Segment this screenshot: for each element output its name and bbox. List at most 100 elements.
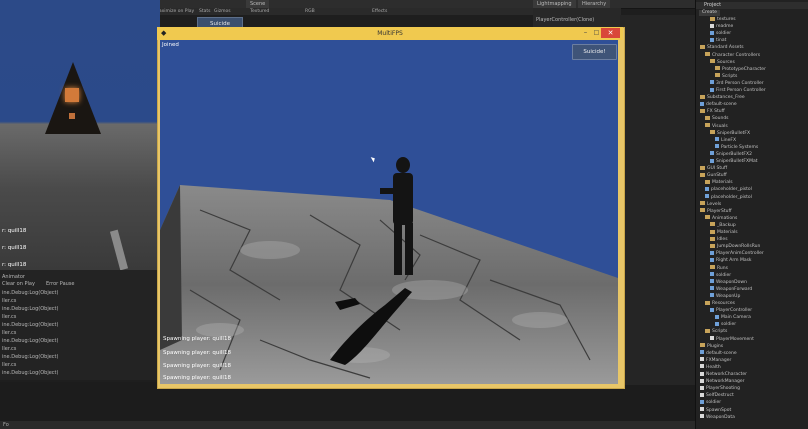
project-item[interactable]: FXManager — [700, 357, 731, 364]
project-item[interactable]: WeaponUp — [710, 293, 740, 300]
project-item[interactable]: soldier — [710, 30, 731, 37]
terrain-scene — [160, 157, 618, 384]
project-item[interactable]: Main Camera — [715, 314, 751, 321]
tab-scene[interactable]: Scene — [246, 0, 270, 8]
project-item-label: Scripts — [712, 329, 728, 335]
project-item-label: PlayerShooting — [706, 386, 740, 392]
project-item[interactable]: PlayerStuff — [700, 208, 732, 215]
project-item[interactable]: SniperBulletFXMat — [710, 158, 757, 165]
project-item[interactable]: Runs — [710, 265, 728, 272]
project-item[interactable]: Standard Assets — [700, 44, 744, 51]
rgb-dropdown[interactable]: RGB — [305, 8, 315, 15]
gizmos-dropdown[interactable]: Gizmos — [214, 8, 231, 15]
project-item[interactable]: Resources — [705, 300, 735, 307]
project-item[interactable]: NetworkManager — [700, 378, 745, 385]
project-item[interactable]: Animations — [705, 215, 737, 222]
project-item[interactable]: default-scene — [700, 350, 737, 357]
project-item[interactable]: Substances_Free — [700, 94, 745, 101]
maximize-on-play-toggle[interactable]: Maximize on Play — [155, 8, 194, 15]
project-item-label: 3rd Person Controller — [716, 80, 764, 86]
project-item[interactable]: placeholder_pistol — [705, 186, 752, 193]
project-item[interactable]: 3rd Person Controller — [710, 80, 764, 87]
project-item[interactable]: SniperBulletFX2 — [710, 151, 752, 158]
project-item[interactable]: SniperBulletFX — [710, 130, 750, 137]
project-item[interactable]: WeaponDown — [710, 279, 747, 286]
console-line[interactable]: ller.cs — [2, 330, 16, 336]
project-item[interactable]: readme — [710, 23, 733, 30]
console-line[interactable]: ller.cs — [2, 362, 16, 368]
project-item-label: FX Stuff — [707, 109, 725, 115]
stats-toggle[interactable]: Stats — [199, 8, 211, 15]
project-item[interactable]: PlayerShooting — [700, 385, 740, 392]
project-item[interactable]: PlayerController — [710, 307, 752, 314]
project-item[interactable]: Scripts — [705, 328, 727, 335]
project-item[interactable]: Sounds — [705, 115, 729, 122]
console-line[interactable]: ine.Debug:Log(Object) — [2, 338, 58, 344]
tab-hierarchy[interactable]: Hierarchy — [578, 0, 611, 8]
project-item[interactable]: PlayerAnimController — [710, 250, 764, 257]
project-item-label: WeaponUp — [716, 293, 741, 299]
console-line[interactable]: ller.cs — [2, 298, 16, 304]
console-line[interactable]: ine.Debug:Log(Object) — [2, 306, 58, 312]
project-item[interactable]: soldier — [700, 399, 721, 406]
console-tab-animator[interactable]: Animator — [2, 274, 25, 280]
game-log-line: Spawning player: quill18 — [163, 375, 231, 381]
suicide-button[interactable]: Suicide! — [572, 44, 617, 60]
project-item[interactable]: Plugins — [700, 343, 723, 350]
project-item[interactable]: textures — [710, 16, 736, 23]
app-icon[interactable]: ◆ — [161, 30, 168, 37]
project-item[interactable]: soldier — [715, 321, 736, 328]
error-pause-toggle[interactable]: Error Pause — [46, 281, 74, 287]
project-item[interactable]: Health — [700, 364, 721, 371]
project-item[interactable]: soldier — [710, 272, 731, 279]
hierarchy-item[interactable]: PlayerController(Clone) — [536, 17, 594, 23]
project-item[interactable]: PlayerMovement — [710, 336, 754, 343]
project-item-label: LineFX — [721, 137, 737, 143]
project-item[interactable]: Levels — [700, 201, 721, 208]
effects-dropdown[interactable]: Effects — [372, 8, 387, 15]
minimize-icon[interactable]: – — [580, 28, 591, 37]
project-item[interactable]: JumpDownRollsRun — [710, 243, 760, 250]
project-item[interactable]: Right Arm Mask — [710, 257, 752, 264]
project-item[interactable]: Materials — [710, 229, 738, 236]
project-item[interactable]: placeholder_pistol — [705, 194, 752, 201]
project-item[interactable]: Character Controllers — [705, 52, 760, 59]
asset-icon — [710, 293, 714, 298]
console-line[interactable]: ller.cs — [2, 346, 16, 352]
project-item[interactable]: Materials — [705, 179, 733, 186]
folder-icon — [705, 300, 710, 305]
project-item[interactable]: PrototypeCharacter — [715, 66, 766, 73]
project-item[interactable]: LineFX — [715, 137, 736, 144]
folder-icon — [700, 165, 705, 170]
project-item[interactable]: Sources — [710, 59, 735, 66]
console-line[interactable]: ine.Debug:Log(Object) — [2, 354, 58, 360]
project-item[interactable]: First Person Controller — [710, 87, 766, 94]
project-item[interactable]: Scripts — [715, 73, 737, 80]
game-viewport[interactable] — [160, 40, 618, 384]
project-item[interactable]: Visuals — [705, 123, 728, 130]
asset-icon — [710, 158, 714, 163]
project-item[interactable]: NetworkCharacter — [700, 371, 747, 378]
textured-dropdown[interactable]: Textured — [250, 8, 269, 15]
project-item[interactable]: WeaponData — [700, 414, 735, 421]
project-item[interactable]: Idles — [710, 236, 728, 243]
clear-on-play-toggle[interactable]: Clear on Play — [2, 281, 35, 287]
project-item[interactable]: FX Stuff — [700, 108, 725, 115]
project-item[interactable]: GUI Stuff — [700, 165, 727, 172]
console-line[interactable]: ller.cs — [2, 314, 16, 320]
project-item[interactable]: WeaponForward — [710, 286, 752, 293]
project-item[interactable]: default-scene — [700, 101, 737, 108]
project-item[interactable]: GunStuff — [700, 172, 727, 179]
tab-lightmapping[interactable]: Lightmapping — [533, 0, 576, 8]
console-line[interactable]: ine.Debug:Log(Object) — [2, 290, 58, 296]
project-item[interactable]: tinat — [710, 37, 726, 44]
project-item[interactable]: SelfDestruct — [700, 392, 734, 399]
console-line[interactable]: ine.Debug:Log(Object) — [2, 322, 58, 328]
project-item[interactable]: SpawnSpot — [700, 407, 731, 414]
console-line[interactable]: ine.Debug:Log(Object) — [2, 370, 58, 376]
asset-icon — [705, 186, 709, 191]
tab-project[interactable]: Project — [704, 2, 721, 9]
project-item[interactable]: Particle Systems — [715, 144, 758, 151]
close-icon[interactable]: ✕ — [601, 28, 620, 38]
project-item[interactable]: _Backup — [710, 222, 736, 229]
